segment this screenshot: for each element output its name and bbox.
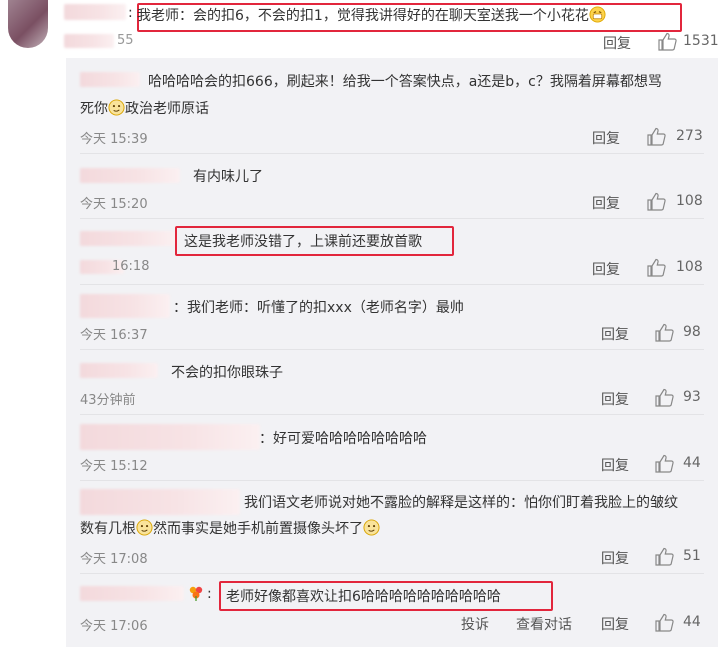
reply-text: 我们语文老师说对她不露脸的解释是这样的：怕你们盯着我脸上的皱纹 [244,495,678,511]
username-blurred[interactable] [80,168,180,183]
reply-button[interactable]: 回复 [601,455,629,475]
thumbs-up-icon[interactable] [646,258,667,277]
thumbs-up-icon[interactable] [654,454,675,473]
reply-text-cont: 数有几根 然而事实是她手机前置摄像头坏了 [80,518,380,538]
thumbs-up-icon[interactable] [654,388,675,407]
reply-button[interactable]: 回复 [601,548,629,568]
thumbs-up-icon[interactable] [657,32,678,51]
reply-button[interactable]: 回复 [601,389,629,409]
like-count: 51 [683,548,701,564]
like-count: 98 [683,324,701,340]
reply-timestamp: 今天 16:37 [80,328,148,343]
divider [80,153,704,154]
smirk-emoji-icon [136,519,153,536]
timestamp-blurred [64,34,114,48]
thumbs-up-icon[interactable] [654,323,675,342]
reply-button[interactable]: 回复 [592,128,620,148]
username-blurred[interactable] [80,424,260,450]
like-count: 44 [683,614,701,630]
reply-text: 不会的扣你眼珠子 [171,365,283,381]
like-count: 108 [676,259,703,275]
reply-timestamp: 今天 17:06 [80,619,148,634]
reply-text: 哈哈哈哈会的扣666，刷起来！给我一个答案快点，a还是b，c？我隔着屏幕都想骂 [148,74,662,90]
reply-text: ：好可爱哈哈哈哈哈哈哈哈 [259,431,427,447]
avatar[interactable] [8,0,48,48]
reply-button[interactable]: 回复 [592,259,620,279]
flower-emoji-icon [189,586,203,601]
thumbs-up-icon[interactable] [654,613,675,632]
grin-emoji-icon [589,6,606,23]
username-blurred[interactable] [80,489,240,515]
reply-timestamp: 43分钟前 [80,393,136,408]
like-count: 1531 [683,33,718,49]
thumbs-up-icon[interactable] [646,192,667,211]
reply-timestamp: 今天 15:20 [80,197,148,212]
name-colon: : [207,586,212,602]
reply-button[interactable]: 回复 [601,324,629,344]
divider [80,414,704,415]
username-blurred[interactable] [80,363,158,378]
reply-timestamp: 今天 15:39 [80,132,148,147]
username-blurred[interactable] [80,72,140,87]
reply-text: 这是我老师没错了，上课前还要放首歌 [184,234,422,250]
reply-timestamp: 今天 17:08 [80,552,148,567]
reply-button[interactable]: 回复 [592,193,620,213]
divider [80,573,704,574]
like-count: 44 [683,455,701,471]
username-blurred[interactable] [80,231,175,246]
username-blurred[interactable] [80,294,170,318]
reply-timestamp: 今天 15:12 [80,459,148,474]
divider [80,284,704,285]
reply-text: 老师好像都喜欢让扣6哈哈哈哈哈哈哈哈哈哈 [226,589,501,605]
like-count: 93 [683,389,701,405]
reply-timestamp: 16:18 [112,259,150,274]
thumbs-up-icon[interactable] [654,547,675,566]
divider [80,349,704,350]
smirk-emoji-icon [363,519,380,536]
report-button[interactable]: 投诉 [461,614,489,634]
reply-text: 有内味儿了 [193,169,263,185]
view-conversation-button[interactable]: 查看对话 [516,614,572,634]
reply-button[interactable]: 回复 [603,33,631,53]
reply-text-cont: 死你 政治老师原话 [80,99,209,117]
like-count: 273 [676,128,703,144]
reply-button[interactable]: 回复 [601,614,629,634]
timestamp-fragment: 55 [117,33,134,48]
divider [80,218,704,219]
smirk-emoji-icon [108,99,125,116]
reply-text: ：我们老师：听懂了的扣xxx（老师名字）最帅 [173,300,464,316]
top-comment-text: 我老师：会的扣6，不会的扣1，觉得我讲得好的在聊天室送我一个小花花 [137,5,606,25]
name-colon: : [128,5,133,21]
thumbs-up-icon[interactable] [646,127,667,146]
like-count: 108 [676,193,703,209]
divider [80,480,704,481]
username-blurred[interactable] [80,586,184,601]
username-blurred[interactable] [64,4,126,20]
